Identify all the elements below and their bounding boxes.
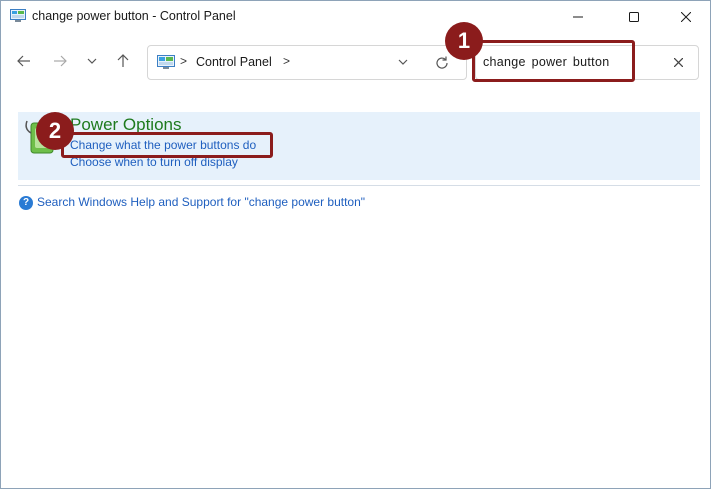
- up-arrow-icon: [117, 54, 129, 67]
- control-panel-icon: [10, 9, 26, 23]
- back-button[interactable]: [13, 48, 35, 74]
- close-icon: [673, 57, 683, 67]
- up-button[interactable]: [112, 48, 134, 74]
- windows-help-search-link[interactable]: Search Windows Help and Support for "cha…: [37, 195, 365, 209]
- maximize-button[interactable]: [611, 1, 657, 33]
- breadcrumb-separator[interactable]: >: [180, 54, 187, 68]
- address-bar[interactable]: > Control Panel >: [147, 45, 467, 80]
- annotation-box-2: [61, 132, 273, 158]
- window-title: change power button - Control Panel: [32, 9, 236, 23]
- control-panel-icon: [157, 55, 175, 69]
- recent-chevron-icon: [87, 58, 97, 64]
- title-bar: change power button - Control Panel: [1, 1, 710, 33]
- minimize-button[interactable]: [555, 1, 601, 33]
- clear-search-button[interactable]: [670, 54, 686, 70]
- breadcrumb-control-panel[interactable]: Control Panel: [196, 55, 272, 69]
- annotation-badge-2: 2: [36, 112, 74, 150]
- results-divider: [18, 185, 700, 186]
- chevron-down-icon[interactable]: [396, 55, 410, 69]
- minimize-icon: [573, 16, 583, 18]
- help-icon: ?: [19, 196, 33, 210]
- maximize-icon: [629, 12, 639, 22]
- recent-locations-button[interactable]: [81, 48, 103, 74]
- back-arrow-icon: [17, 55, 30, 67]
- forward-arrow-icon: [54, 55, 67, 67]
- close-window-button[interactable]: [663, 1, 709, 33]
- forward-button[interactable]: [49, 48, 71, 74]
- breadcrumb-separator[interactable]: >: [283, 54, 290, 68]
- annotation-box-1: [472, 40, 635, 82]
- close-icon: [681, 12, 691, 22]
- annotation-badge-1: 1: [445, 22, 483, 60]
- refresh-icon[interactable]: [434, 55, 450, 71]
